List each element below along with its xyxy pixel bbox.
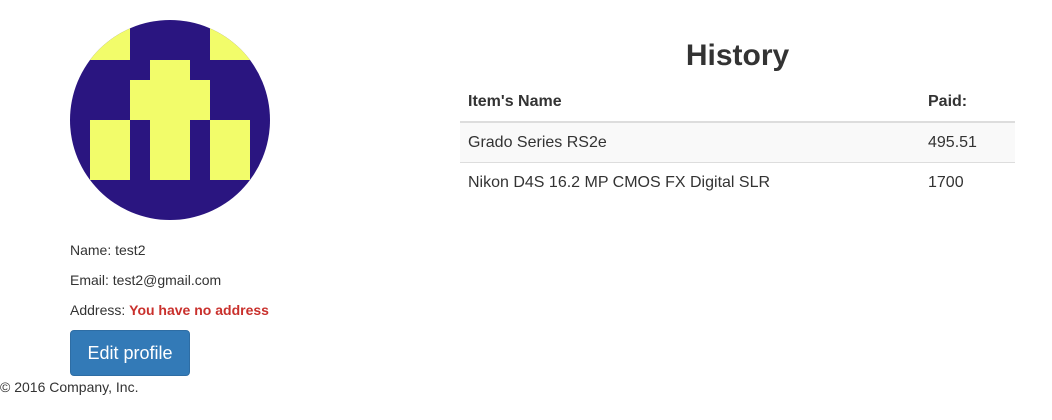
profile-address: Address: You have no address: [70, 300, 269, 320]
footer-copyright: © 2016 Company, Inc.: [0, 379, 139, 395]
table-header-row: Item's Name Paid:: [460, 82, 1015, 123]
avatar-block: [90, 20, 130, 60]
table-row: Grado Series RS2e 495.51: [460, 121, 1015, 163]
name-value: test2: [115, 242, 146, 258]
avatar-block: [130, 80, 210, 120]
profile-email: Email: test2@gmail.com: [70, 270, 221, 290]
email-value: test2@gmail.com: [112, 272, 222, 288]
history-title: History: [685, 39, 790, 72]
avatar-block: [150, 140, 190, 180]
address-value: You have no address: [129, 302, 269, 318]
history-table: Item's Name Paid: Grado Series RS2e 495.…: [460, 82, 1015, 202]
name-label: Name:: [70, 242, 112, 258]
item-name-cell: Nikon D4S 16.2 MP CMOS FX Digital SLR: [460, 162, 920, 202]
profile-name: Name: test2: [70, 240, 145, 260]
avatar-block: [210, 120, 250, 180]
column-header-item-name: Item's Name: [460, 82, 920, 123]
avatar-block: [210, 20, 250, 60]
paid-cell: 495.51: [920, 121, 1015, 163]
edit-profile-button[interactable]: Edit profile: [70, 330, 190, 376]
avatar-block: [90, 120, 130, 180]
table-row: Nikon D4S 16.2 MP CMOS FX Digital SLR 17…: [460, 162, 1015, 202]
item-name-cell: Grado Series RS2e: [460, 121, 920, 163]
paid-cell: 1700: [920, 162, 1015, 202]
email-label: Email:: [70, 272, 109, 288]
identicon-avatar-icon: [70, 20, 270, 220]
address-label: Address:: [70, 302, 126, 318]
avatar: [70, 20, 270, 220]
column-header-paid: Paid:: [920, 82, 1015, 123]
profile-page: Name: test2 Email: test2@gmail.com Addre…: [0, 0, 1052, 420]
